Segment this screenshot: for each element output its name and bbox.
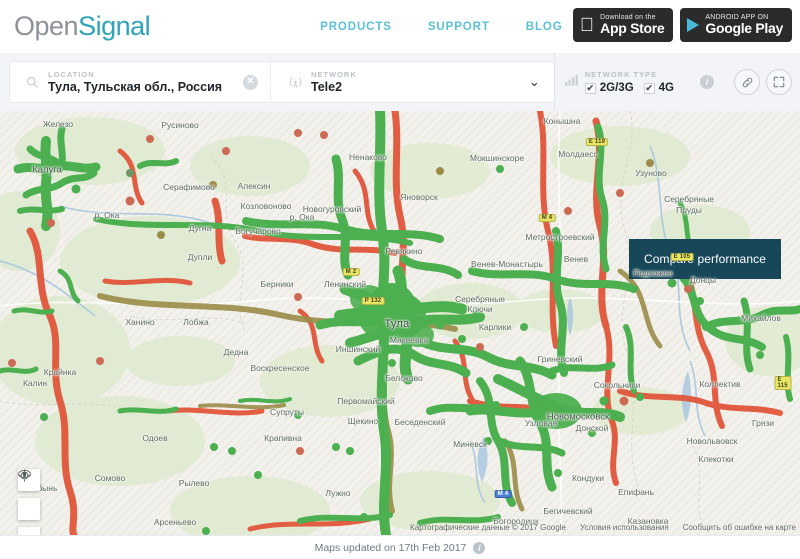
chevron-down-icon[interactable]: ⌄ [529,74,540,90]
info-icon[interactable]: i [473,541,486,554]
nav-link-products[interactable]: PRODUCTS [320,21,392,33]
filter-panel: LOCATION ✕ NETWORK Tele2 [10,62,554,102]
opensignal-coverage-map-page: OpenSignal PRODUCTS SUPPORT BLOG ABOUT … [0,0,800,559]
map-canvas [0,111,800,535]
zoom-controls: + − [18,527,40,535]
apple-icon:  [580,16,594,35]
google-play-title: Google Play [705,20,783,37]
road-shield-label: E 115 [774,376,792,390]
network-value: Tele2 [311,80,343,94]
app-store-button[interactable]:  Download on the App Store [572,8,674,42]
map-controls: + − [18,469,40,535]
road-shield-label: M 4 [494,490,512,498]
google-play-button[interactable]: ANDROID APP ON Google Play [680,8,792,42]
network-type-4g-checkbox[interactable]: ✔ 4G [643,82,674,94]
link-icon[interactable] [734,69,760,95]
clear-location-button[interactable]: ✕ [243,74,258,90]
expand-icon[interactable] [766,69,792,95]
opensignal-logo[interactable]: OpenSignal [14,11,151,42]
info-icon[interactable]: i [700,75,714,89]
top-navigation-bar: OpenSignal PRODUCTS SUPPORT BLOG ABOUT … [0,0,800,53]
logo-text-open: Open [14,11,79,41]
zoom-in-button[interactable]: + [18,527,40,535]
nav-link-blog[interactable]: BLOG [526,21,563,33]
compare-performance-button[interactable]: Compare performance [629,239,781,279]
footer-bar: Maps updated on 17th Feb 2017 i [0,535,800,559]
road-shield-label: M 4 [538,214,556,222]
network-type-panel: NETWORK TYPE ✔ 2G/3G ✔ 4G i [553,53,800,111]
attribution-terms-link[interactable]: Условия использования [580,523,669,532]
locate-icon[interactable] [18,469,40,520]
coverage-map[interactable]: Compare performance Железо Русиново Конышн… [0,111,800,535]
logo-text-signal: Signal [78,11,151,41]
cell-tower-icon [285,75,305,89]
road-shield-label: M 2 [342,268,360,276]
checkbox-check-icon: ✔ [584,82,596,94]
signal-bars-icon [564,73,578,91]
app-store-title: App Store [600,20,665,37]
location-label: LOCATION [48,70,95,79]
nav-link-support[interactable]: SUPPORT [428,21,490,33]
network-type-label: NETWORK TYPE [584,70,658,79]
play-triangle-icon [687,18,700,32]
location-filter[interactable]: LOCATION ✕ [10,62,270,102]
network-type-2g3g-checkbox[interactable]: ✔ 2G/3G [584,82,634,94]
network-filter[interactable]: NETWORK Tele2 ⌄ [270,62,554,102]
network-type-4g-label: 4G [658,82,674,94]
road-shield-label: E 105 [670,253,694,261]
network-type-options: ✔ 2G/3G ✔ 4G [584,82,674,94]
attribution-report-error-link[interactable]: Сообщить об ошибке на карте [683,523,796,532]
road-shield-label: E 119 [585,138,609,146]
maps-updated-text: Maps updated on 17th Feb 2017 [314,541,467,554]
location-input[interactable] [48,80,243,94]
checkbox-check-icon: ✔ [643,82,655,94]
attribution-map-data: Картографические данные © 2017 Google [410,523,566,532]
map-attribution: Картографические данные © 2017 Google Ус… [410,523,796,535]
road-shield-label: P 132 [361,297,385,305]
filter-bar: LOCATION ✕ NETWORK Tele2 [0,53,800,111]
app-store-badges:  Download on the App Store ANDROID APP … [572,8,792,42]
network-type-2g3g-label: 2G/3G [599,82,634,94]
network-label: NETWORK [311,70,357,79]
search-icon [22,76,42,89]
